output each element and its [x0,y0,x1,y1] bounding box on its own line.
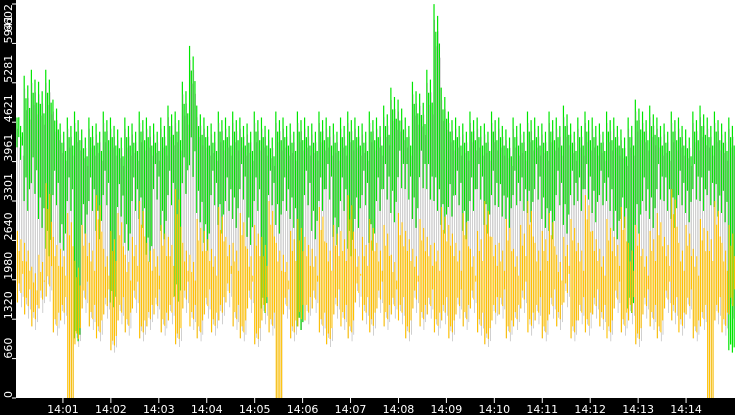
x-tick-label: 14:06 [287,403,319,415]
x-tick-label: 14:13 [622,403,654,415]
y-tick-label: 0 [2,391,15,398]
x-tick-label: 14:14 [670,403,702,415]
y-tick-label: 4621 [2,94,15,122]
y-tick-label: 5281 [2,55,15,83]
y-tick-label: 3301 [2,173,15,201]
x-tick-label: 14:03 [143,403,175,415]
y-tick-label: 2640 [2,212,15,240]
x-tick-label: 14:08 [383,403,415,415]
y-tick-label: 1980 [2,252,15,280]
x-tick-label: 14:02 [95,403,127,415]
time-series-chart: 0660132019802640330139614621528159416602… [0,0,735,415]
y-tick-label: 6602 [2,4,15,32]
y-tick-label: 3961 [2,134,15,162]
x-tick-label: 14:10 [478,403,510,415]
x-tick-label: 14:09 [431,403,463,415]
x-tick-label: 14:04 [191,403,223,415]
x-tick-label: 14:01 [47,403,79,415]
y-axis: 0660132019802640330139614621528159416602 [2,3,16,399]
y-tick-label: 1320 [2,291,15,319]
x-tick-label: 14:05 [239,403,271,415]
x-tick-label: 14:07 [335,403,367,415]
y-tick-label: 660 [2,338,15,359]
x-tick-label: 14:12 [574,403,606,415]
x-tick-label: 14:11 [526,403,558,415]
